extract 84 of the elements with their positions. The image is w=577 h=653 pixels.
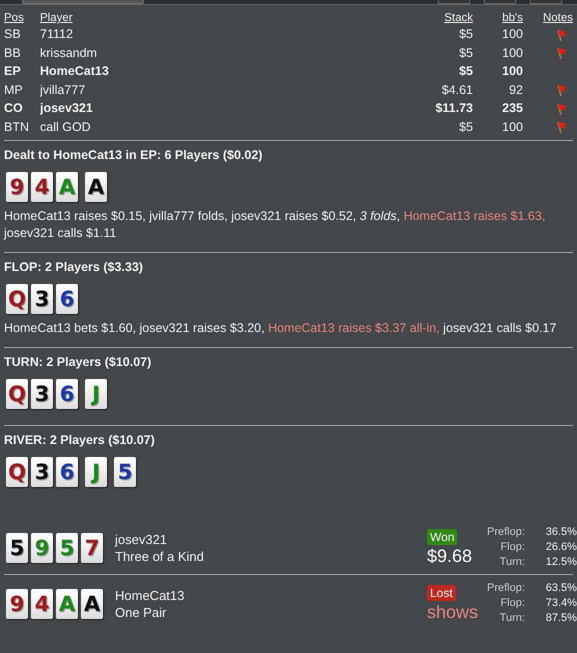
street-title: RIVER: 2 Players ($10.07) xyxy=(4,433,156,447)
equity-label: Turn: xyxy=(498,611,525,626)
table-cell: $4.61 xyxy=(442,82,473,97)
playing-card: 5 xyxy=(114,457,136,487)
playing-card: Q xyxy=(6,457,28,487)
table-cell: krissandm xyxy=(40,46,97,60)
table-cell: 100 xyxy=(502,46,523,60)
column-header[interactable]: Stack xyxy=(444,12,473,24)
playing-card: 5 xyxy=(6,532,28,562)
playing-card: A xyxy=(56,588,78,618)
column-header[interactable]: Notes xyxy=(542,12,573,24)
flag-icon[interactable] xyxy=(555,102,569,116)
table-cell: $5 xyxy=(459,27,473,42)
table-cell: BTN xyxy=(4,120,29,134)
equity-value: 87.5% xyxy=(544,611,577,626)
table-cell: jvilla777 xyxy=(40,82,86,97)
flag-icon[interactable] xyxy=(555,120,569,134)
playing-card: Q xyxy=(6,379,28,409)
result-amount: shows xyxy=(427,600,478,622)
equity-label: Preflop: xyxy=(487,525,525,540)
hand-rank: Three of a Kind xyxy=(115,548,205,564)
table-cell: $5 xyxy=(459,46,473,60)
playing-card: Q xyxy=(6,284,28,314)
table-cell: 92 xyxy=(509,82,523,97)
table-cell: 235 xyxy=(502,101,523,116)
table-cell: HomeCat13 xyxy=(40,64,109,78)
playing-card: 3 xyxy=(31,379,53,409)
playing-card: A xyxy=(81,588,103,618)
table-cell: 100 xyxy=(502,27,523,42)
playing-card: A xyxy=(56,172,78,202)
equity-value: 73.4% xyxy=(544,596,577,611)
hand-rank: One Pair xyxy=(115,604,168,620)
equity-label: Flop: xyxy=(499,540,525,555)
equity-value: 36.5% xyxy=(544,525,577,540)
table-cell: 71112 xyxy=(40,27,73,42)
flag-icon[interactable] xyxy=(555,83,569,98)
street-title: Dealt to HomeCat13 in EP: 6 Players ($0.02) xyxy=(4,148,264,162)
table-cell: 100 xyxy=(502,120,523,134)
equity-label: Flop: xyxy=(499,596,525,611)
table-cell: call GOD xyxy=(40,120,91,134)
table-cell: CO xyxy=(4,101,23,116)
playing-card: 4 xyxy=(31,172,53,202)
playing-card: A xyxy=(85,172,107,202)
street-title: FLOP: 2 Players ($3.33) xyxy=(4,260,144,274)
action-summary: HomeCat13 raises $0.15, jvilla777 folds, josev321 raises $0.52, 3 folds, HomeCat13 raises $1.63, josev321 calls $1.11 xyxy=(4,208,546,242)
equity-value: 63.5% xyxy=(544,581,577,596)
table-cell: BB xyxy=(4,46,21,60)
table-cell: SB xyxy=(4,27,21,42)
street-title: TURN: 2 Players ($10.07) xyxy=(4,355,152,369)
column-header[interactable]: bb's xyxy=(502,12,523,24)
result-badge: Won xyxy=(427,528,458,544)
equity-label: Preflop: xyxy=(487,581,525,596)
playing-card: 9 xyxy=(6,588,28,618)
playing-card: 3 xyxy=(31,457,53,487)
equity-value: 12.5% xyxy=(544,555,577,570)
table-cell: $5 xyxy=(459,120,473,134)
equity-label: Turn: xyxy=(498,555,525,570)
playing-card: 4 xyxy=(31,588,53,618)
table-cell: 100 xyxy=(502,64,523,78)
equity-value: 26.6% xyxy=(544,540,577,555)
result-amount: $9.68 xyxy=(427,544,472,566)
playing-card: 3 xyxy=(31,284,53,314)
player-name: HomeCat13 xyxy=(115,586,186,604)
playing-card: 6 xyxy=(56,284,78,314)
table-cell: josev321 xyxy=(40,101,93,116)
column-header[interactable]: Player xyxy=(40,12,73,24)
player-name: josev321 xyxy=(115,530,168,548)
result-badge: Lost xyxy=(427,584,456,600)
playing-card: J xyxy=(85,457,107,487)
playing-card: J xyxy=(85,379,107,409)
column-header[interactable]: Pos xyxy=(4,12,24,24)
playing-card: 6 xyxy=(56,457,78,487)
playing-card: 6 xyxy=(56,379,78,409)
playing-card: 9 xyxy=(6,172,28,202)
table-cell: MP xyxy=(4,82,23,97)
action-summary: HomeCat13 bets $1.60, josev321 raises $3.20, HomeCat13 raises $3.37 all-in, josev321 calls $0.17 xyxy=(4,320,558,337)
table-cell: EP xyxy=(4,64,21,78)
table-cell: $11.73 xyxy=(435,101,473,116)
flag-icon[interactable] xyxy=(555,46,569,60)
table-cell: $5 xyxy=(459,64,473,78)
playing-card: 7 xyxy=(81,532,103,562)
playing-card: 9 xyxy=(31,532,53,562)
flag-icon[interactable] xyxy=(555,28,569,42)
playing-card: 5 xyxy=(56,532,78,562)
